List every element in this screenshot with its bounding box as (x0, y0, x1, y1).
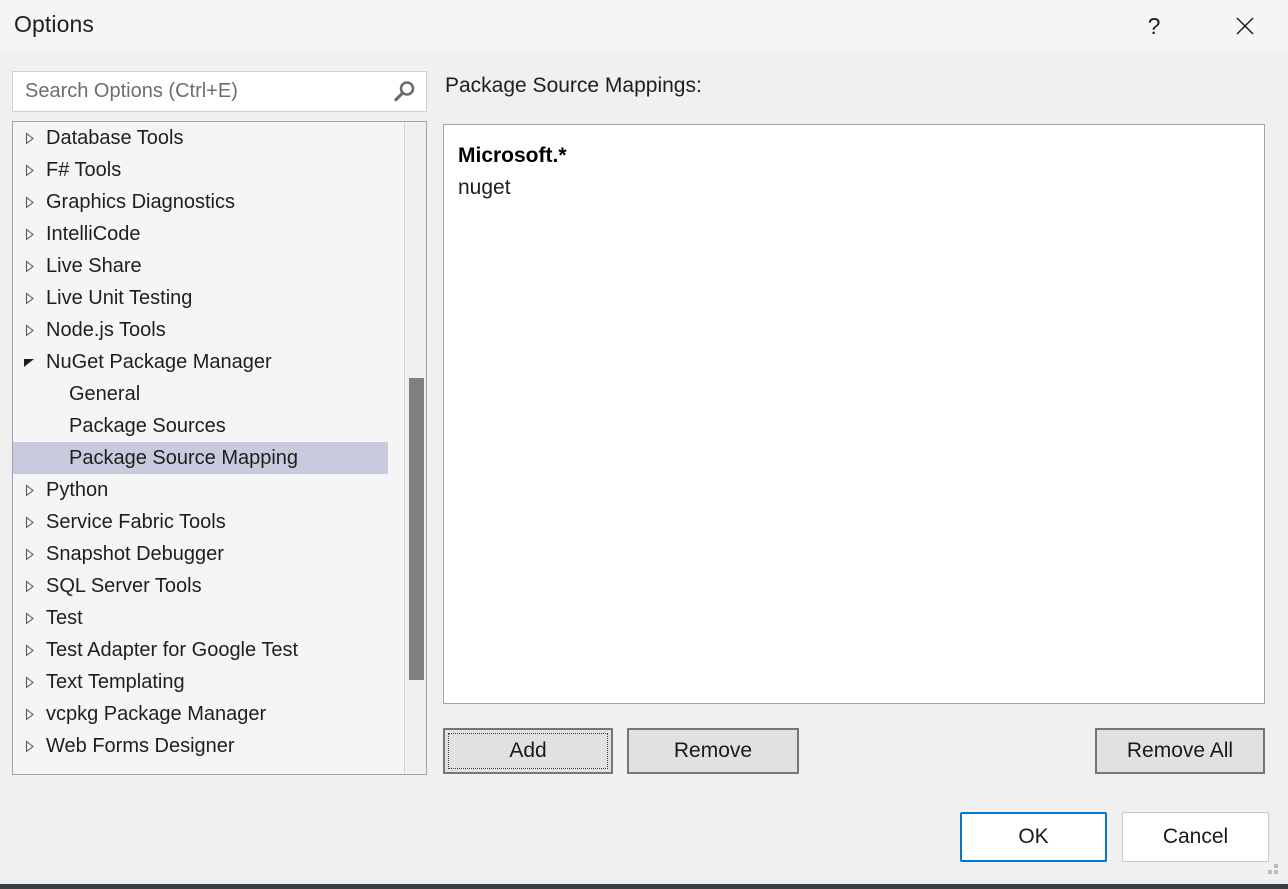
tree-item-label: Graphics Diagnostics (45, 191, 235, 214)
magnifier-icon (391, 79, 417, 105)
tree-item-label: Live Share (45, 255, 142, 278)
tree-item-label: Text Templating (45, 671, 185, 694)
options-dialog: Options ? Database Tools F# Tools Graphics… (0, 0, 1288, 889)
search-input[interactable] (13, 72, 382, 111)
triangle-right-icon[interactable] (23, 484, 45, 497)
tree-item-label: Test Adapter for Google Test (45, 639, 298, 662)
tree-item-package-sources[interactable]: Package Sources (13, 410, 388, 442)
tree-item-live-unit-testing[interactable]: Live Unit Testing (13, 282, 388, 314)
remove-button-label: Remove (674, 739, 752, 763)
tree-item-node-js-tools[interactable]: Node.js Tools (13, 314, 388, 346)
mapping-source-name: nuget (444, 172, 1264, 204)
bottom-strip (0, 884, 1288, 889)
tree-item-label: NuGet Package Manager (45, 351, 272, 374)
tree-item-label: Live Unit Testing (45, 287, 192, 310)
triangle-right-icon[interactable] (23, 740, 45, 753)
tree-item-label: Python (45, 479, 108, 502)
tree-item-database-tools[interactable]: Database Tools (13, 122, 388, 154)
remove-button[interactable]: Remove (627, 728, 799, 774)
triangle-right-icon[interactable] (23, 580, 45, 593)
tree-scrollbar-thumb[interactable] (409, 378, 424, 680)
ok-button[interactable]: OK (960, 812, 1107, 862)
search-box[interactable] (12, 71, 427, 112)
remove-all-button[interactable]: Remove All (1095, 728, 1265, 774)
triangle-right-icon[interactable] (23, 292, 45, 305)
tree-item-sql-server-tools[interactable]: SQL Server Tools (13, 570, 388, 602)
tree-item-label: vcpkg Package Manager (45, 703, 266, 726)
triangle-right-icon[interactable] (23, 164, 45, 177)
tree-item-label: Service Fabric Tools (45, 511, 226, 534)
tree-item-general[interactable]: General (13, 378, 388, 410)
tree-item-python[interactable]: Python (13, 474, 388, 506)
mapping-package-pattern: Microsoft.* (444, 139, 1264, 172)
tree-item-nuget-package-manager[interactable]: NuGet Package Manager (13, 346, 388, 378)
triangle-right-icon[interactable] (23, 612, 45, 625)
triangle-right-icon[interactable] (23, 324, 45, 337)
tree-item-service-fabric-tools[interactable]: Service Fabric Tools (13, 506, 388, 538)
tree-item-web-forms-designer[interactable]: Web Forms Designer (13, 730, 388, 762)
tree-item-label: Node.js Tools (45, 319, 166, 342)
tree-item-live-share[interactable]: Live Share (13, 250, 388, 282)
triangle-right-icon[interactable] (23, 548, 45, 561)
package-source-mappings-heading: Package Source Mappings: (445, 74, 702, 98)
close-button[interactable] (1222, 0, 1268, 52)
tree-item-label: Package Source Mapping (45, 447, 298, 470)
cancel-button[interactable]: Cancel (1122, 812, 1269, 862)
triangle-right-icon[interactable] (23, 676, 45, 689)
tree-item-label: General (45, 383, 140, 406)
tree-item-snapshot-debugger[interactable]: Snapshot Debugger (13, 538, 388, 570)
tree-item-text-templating[interactable]: Text Templating (13, 666, 388, 698)
triangle-right-icon[interactable] (23, 516, 45, 529)
triangle-right-icon[interactable] (23, 196, 45, 209)
tree-item-label: SQL Server Tools (45, 575, 202, 598)
resize-grip-icon[interactable] (1260, 858, 1282, 880)
ok-button-label: OK (1018, 825, 1048, 849)
triangle-right-icon[interactable] (23, 228, 45, 241)
triangle-right-icon[interactable] (23, 644, 45, 657)
tree-item-label: Web Forms Designer (45, 735, 235, 758)
mapping-entry[interactable]: Microsoft.*nuget (444, 139, 1264, 204)
tree-item-test-adapter-for-google-test[interactable]: Test Adapter for Google Test (13, 634, 388, 666)
triangle-right-icon[interactable] (23, 132, 45, 145)
triangle-right-icon[interactable] (23, 260, 45, 273)
close-icon (1234, 15, 1256, 37)
title-bar: Options ? (0, 0, 1288, 52)
tree-item-intellicode[interactable]: IntelliCode (13, 218, 388, 250)
tree-item-vcpkg-package-manager[interactable]: vcpkg Package Manager (13, 698, 388, 730)
cancel-button-label: Cancel (1163, 825, 1228, 849)
add-button-label: Add (509, 739, 546, 763)
triangle-down-icon[interactable] (23, 356, 45, 369)
tree-item-label: Package Sources (45, 415, 226, 438)
add-button[interactable]: Add (443, 728, 613, 774)
tree-scrollbar-track[interactable] (404, 122, 426, 774)
search-icon[interactable] (382, 72, 426, 111)
tree-item-label: IntelliCode (45, 223, 141, 246)
help-button[interactable]: ? (1131, 0, 1177, 52)
triangle-right-icon[interactable] (23, 708, 45, 721)
tree-item-test[interactable]: Test (13, 602, 388, 634)
tree-item-package-source-mapping[interactable]: Package Source Mapping (13, 442, 388, 474)
tree-item-label: Test (45, 607, 83, 630)
tree-list: Database Tools F# Tools Graphics Diagnosti… (13, 122, 388, 762)
tree-item-label: Database Tools (45, 127, 184, 150)
tree-item-label: F# Tools (45, 159, 121, 182)
question-mark-icon: ? (1148, 15, 1161, 38)
page-title: Options (14, 11, 94, 38)
tree-item-label: Snapshot Debugger (45, 543, 224, 566)
options-tree[interactable]: Database Tools F# Tools Graphics Diagnosti… (12, 121, 427, 775)
tree-item-f-tools[interactable]: F# Tools (13, 154, 388, 186)
tree-item-graphics-diagnostics[interactable]: Graphics Diagnostics (13, 186, 388, 218)
remove-all-button-label: Remove All (1127, 739, 1233, 763)
package-source-mappings-list[interactable]: Microsoft.*nuget (443, 124, 1265, 704)
